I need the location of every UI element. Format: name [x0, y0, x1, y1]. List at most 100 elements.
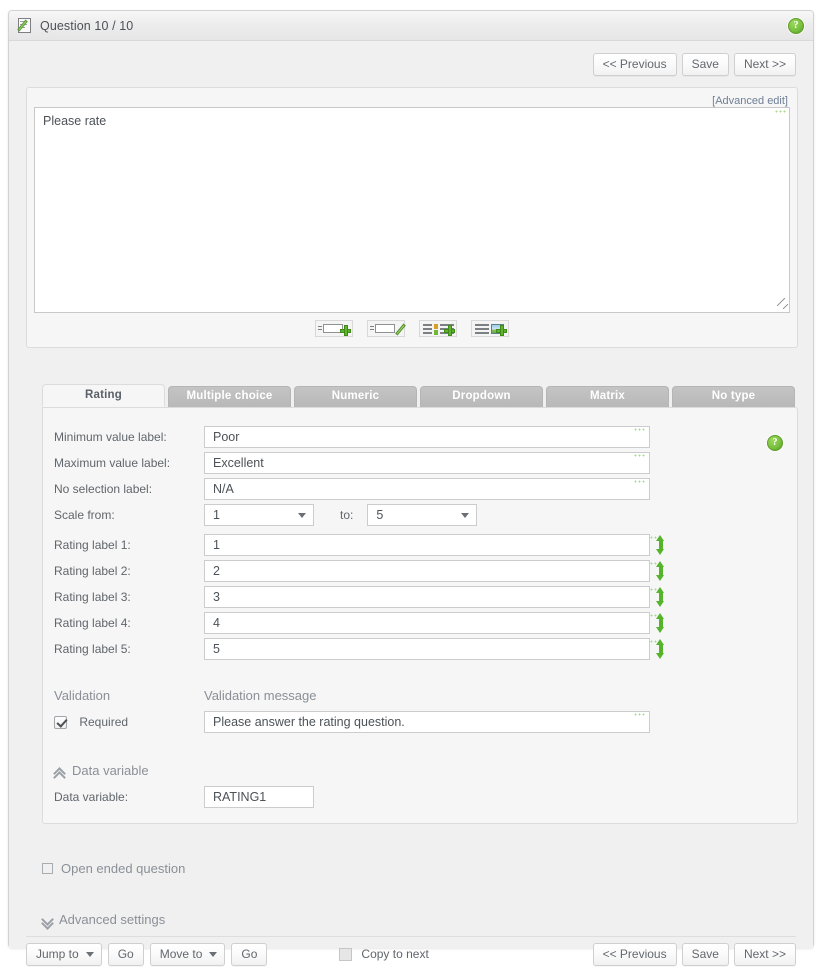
open-ended-label: Open ended question: [61, 861, 186, 876]
required-checkbox-group: Required: [54, 715, 204, 730]
rating-label-2-input[interactable]: [204, 560, 650, 582]
data-variable-section-header[interactable]: Data variable: [43, 763, 797, 784]
question-type-tabs: Rating Multiple choice Numeric Dropdown …: [42, 384, 795, 407]
add-list-item-icon[interactable]: [419, 320, 457, 337]
rating-label-5-label: Rating label 5:: [54, 642, 131, 656]
maximum-value-input[interactable]: [204, 452, 650, 474]
reorder-arrows-icon[interactable]: [655, 561, 666, 581]
no-selection-label-row: No selection label:: [43, 476, 797, 502]
validation-headings: Validation Validation message: [43, 688, 797, 703]
rating-label-row: Rating label 5:: [43, 636, 797, 662]
data-variable-row: Data variable:: [43, 784, 797, 810]
chevron-down-icon: [85, 952, 94, 957]
chevron-down-icon: [461, 513, 470, 518]
footer-left-controls: Jump to Go Move to Go: [26, 942, 268, 966]
copy-to-next-checkbox[interactable]: [339, 947, 353, 961]
minimum-value-label: Minimum value label:: [54, 430, 167, 444]
scale-from-label: Scale from:: [54, 508, 115, 522]
advanced-edit-row: [Advanced edit]: [34, 93, 790, 107]
question-text-panel: [Advanced edit]: [26, 87, 798, 348]
rating-label-row: Rating label 1:: [43, 532, 797, 558]
footer-toolbar: Jump to Go Move to Go Copy to next << Pr…: [26, 936, 796, 971]
question-textarea-wrapper: [34, 107, 790, 313]
question-editor-window: Question 10 / 10 ? << Previous Save Next…: [8, 10, 814, 966]
reorder-arrows-icon[interactable]: [655, 535, 666, 555]
tab-numeric[interactable]: Numeric: [294, 386, 417, 407]
no-selection-label: No selection label:: [54, 482, 153, 496]
chevron-double-down-icon: [41, 912, 54, 930]
window-body: << Previous Save Next >> [Advanced edit]: [9, 41, 813, 966]
copy-to-next-group: Copy to next: [339, 947, 429, 961]
required-label: Required: [79, 715, 129, 730]
scale-range-row: Scale from: 1 to: 5: [43, 502, 797, 528]
open-ended-question-row[interactable]: Open ended question: [42, 861, 185, 876]
data-variable-input[interactable]: [204, 786, 314, 808]
scale-to-label: to:: [340, 508, 354, 522]
rating-label-4-input[interactable]: [204, 612, 650, 634]
previous-button-bottom[interactable]: << Previous: [592, 942, 677, 966]
rating-label-row: Rating label 2:: [43, 558, 797, 584]
question-text-input[interactable]: [34, 107, 790, 313]
question-icon-toolbar: [34, 320, 790, 340]
save-button-bottom[interactable]: Save: [681, 942, 729, 966]
chevron-double-up-icon: [53, 765, 66, 784]
minimum-value-label-row: Minimum value label:: [43, 424, 797, 450]
maximum-value-label: Maximum value label:: [54, 456, 171, 470]
copy-to-next-label: Copy to next: [361, 947, 429, 961]
tab-no-type[interactable]: No type: [672, 386, 795, 407]
validation-message-heading: Validation message: [204, 688, 317, 703]
rating-settings-panel: ? Minimum value label: Maximum value lab…: [42, 407, 798, 824]
help-circle-icon[interactable]: ?: [788, 17, 804, 34]
rating-label-1-input[interactable]: [204, 534, 650, 556]
rating-label-3-label: Rating label 3:: [54, 590, 131, 604]
edit-text-box-icon[interactable]: [367, 320, 406, 337]
rating-label-2-label: Rating label 2:: [54, 564, 131, 578]
chevron-down-icon: [209, 952, 218, 957]
rating-label-row: Rating label 4:: [43, 610, 797, 636]
required-row: Required: [43, 709, 797, 735]
data-variable-section-label: Data variable: [72, 763, 149, 778]
reorder-arrows-icon[interactable]: [655, 613, 666, 633]
required-checkbox[interactable]: [54, 715, 67, 729]
open-ended-checkbox[interactable]: [42, 863, 53, 874]
reorder-arrows-icon[interactable]: [655, 639, 666, 659]
tab-rating[interactable]: Rating: [42, 384, 165, 407]
rating-label-4-label: Rating label 4:: [54, 616, 131, 630]
save-button-top[interactable]: Save: [681, 53, 729, 76]
add-text-box-icon[interactable]: [315, 320, 353, 337]
jump-to-label: Jump to: [36, 946, 79, 961]
no-selection-input[interactable]: [204, 478, 650, 500]
add-image-icon[interactable]: [471, 320, 509, 337]
move-to-select[interactable]: Move to: [149, 942, 226, 966]
move-to-label: Move to: [159, 946, 203, 961]
advanced-settings-row[interactable]: Advanced settings: [41, 912, 165, 930]
reorder-arrows-icon[interactable]: [655, 587, 666, 607]
scale-from-select[interactable]: 1: [204, 504, 314, 526]
rating-label-5-input[interactable]: [204, 638, 650, 660]
next-button-top[interactable]: Next >>: [733, 53, 796, 76]
rating-label-1-label: Rating label 1:: [54, 538, 131, 552]
rating-help-icon[interactable]: ?: [767, 435, 783, 451]
tab-matrix[interactable]: Matrix: [546, 386, 669, 407]
footer-navigation-buttons: << Previous Save Next >>: [592, 942, 796, 966]
jump-to-go-button[interactable]: Go: [107, 942, 144, 966]
next-button-bottom[interactable]: Next >>: [733, 942, 796, 966]
data-variable-label: Data variable:: [54, 790, 129, 804]
scale-to-select[interactable]: 5: [367, 504, 478, 526]
chevron-down-icon: [298, 513, 306, 518]
advanced-edit-link[interactable]: [Advanced edit]: [712, 95, 788, 107]
maximum-value-label-row: Maximum value label:: [43, 450, 797, 476]
window-titlebar: Question 10 / 10 ?: [9, 11, 813, 41]
validation-message-input[interactable]: [204, 711, 650, 733]
jump-to-select[interactable]: Jump to: [26, 942, 102, 966]
scale-to-value: 5: [376, 508, 384, 522]
move-to-go-button[interactable]: Go: [231, 942, 268, 966]
page-title: Question 10 / 10: [40, 18, 134, 33]
tab-multiple-choice[interactable]: Multiple choice: [168, 386, 291, 407]
rating-label-3-input[interactable]: [204, 586, 650, 608]
previous-button-top[interactable]: << Previous: [592, 53, 677, 76]
validation-heading: Validation: [54, 688, 111, 703]
scale-from-value: 1: [213, 508, 220, 522]
tab-dropdown[interactable]: Dropdown: [420, 386, 543, 407]
minimum-value-input[interactable]: [204, 426, 650, 448]
